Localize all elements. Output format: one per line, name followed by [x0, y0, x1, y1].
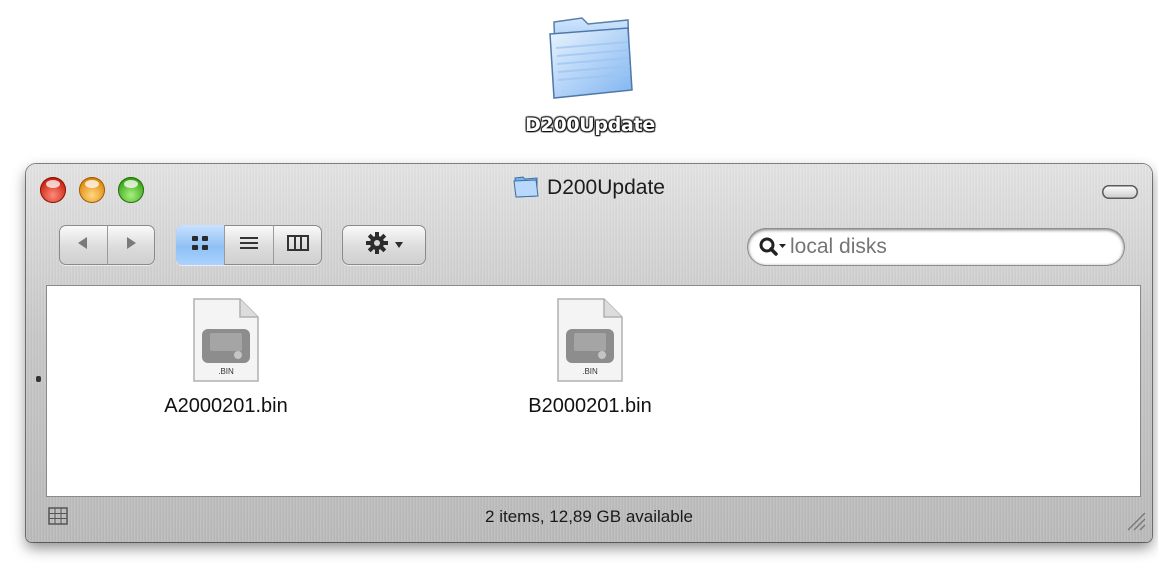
search-field[interactable]: [748, 229, 1124, 265]
action-menu-button[interactable]: [342, 225, 426, 265]
folder-icon: [513, 174, 539, 204]
back-arrow-icon: [75, 236, 91, 255]
chevron-down-icon: [394, 236, 404, 254]
forward-arrow-icon: [123, 236, 139, 255]
forward-button[interactable]: [108, 225, 156, 265]
window-title: D200Update: [547, 176, 665, 199]
bin-file-icon: .BIN: [126, 297, 326, 400]
toolbar-toggle-button[interactable]: [1102, 185, 1138, 199]
gear-icon: [364, 230, 390, 261]
action-menu-content: [342, 225, 426, 265]
file-name: B2000201.bin: [528, 395, 652, 417]
icon-view-icon: [191, 235, 209, 256]
file-type-badge: .BIN: [582, 367, 598, 376]
desktop-folder-icon[interactable]: [544, 8, 638, 100]
file-item-a2000201[interactable]: .BIN A2000201.bin: [126, 297, 326, 418]
icon-view-button[interactable]: [176, 225, 225, 265]
column-view-icon: [287, 234, 309, 256]
desktop-folder-label[interactable]: D200Update: [480, 114, 700, 136]
back-button[interactable]: [59, 225, 108, 265]
search-icon[interactable]: [758, 236, 788, 258]
file-browser-area: .BIN A2000201.bin .BIN B2000201.bin: [46, 285, 1141, 497]
bin-file-icon: .BIN: [490, 297, 690, 400]
finder-window: D200Update local disks .BIN A2000201.bin…: [26, 164, 1152, 542]
list-view-icon: [239, 235, 259, 256]
status-bar-text: 2 items, 12,89 GB available: [485, 507, 693, 526]
window-edge-handle: [36, 376, 41, 382]
resize-grip-icon[interactable]: [1124, 509, 1146, 536]
list-view-button[interactable]: [225, 225, 274, 265]
search-input[interactable]: [790, 235, 1090, 259]
file-name: A2000201.bin: [164, 395, 288, 417]
file-type-badge: .BIN: [218, 367, 234, 376]
view-mode-control: [176, 225, 322, 265]
back-forward-control: [59, 225, 155, 265]
file-item-b2000201[interactable]: .BIN B2000201.bin: [490, 297, 690, 418]
column-view-button[interactable]: [274, 225, 322, 265]
window-title-bar: D200Update: [26, 174, 1152, 204]
